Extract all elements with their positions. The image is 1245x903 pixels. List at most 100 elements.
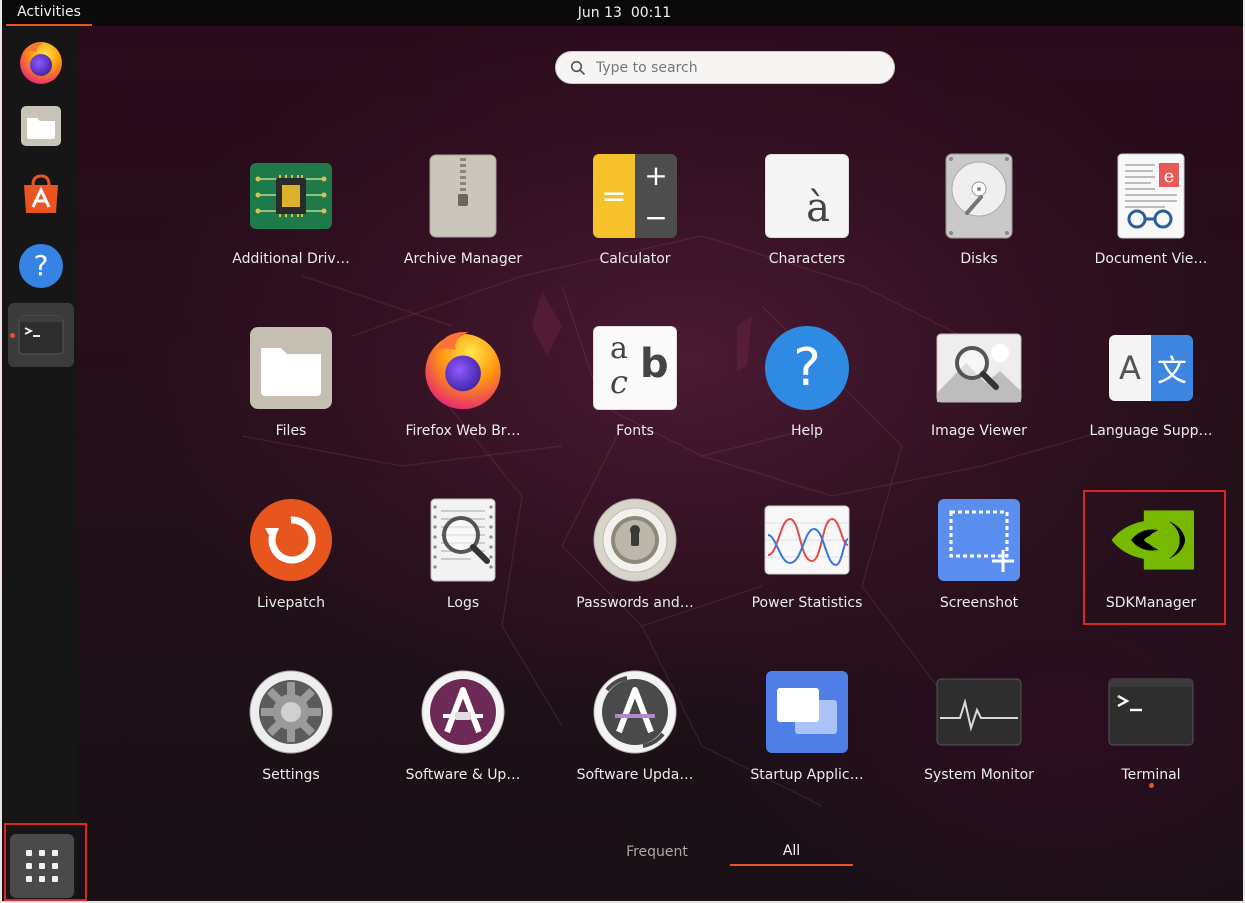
app-label: Files (275, 423, 307, 439)
software-updater-icon (593, 670, 677, 754)
calc-plus-glyph: + (635, 154, 677, 196)
calc-equals-glyph: = (593, 154, 635, 238)
app-label: Livepatch (256, 595, 326, 611)
app-screenshot[interactable]: Screenshot (904, 497, 1054, 617)
dock-item-terminal[interactable] (8, 303, 74, 367)
fonts-a-glyph: a (610, 331, 628, 366)
view-switcher: Frequent All (582, 838, 882, 868)
activities-button[interactable]: Activities (6, 0, 92, 26)
svg-text:e: e (1164, 166, 1175, 187)
logs-icon (430, 498, 496, 582)
app-label: Software Upda… (576, 767, 694, 783)
dock-item-files[interactable] (8, 94, 74, 158)
app-label: Archive Manager (403, 251, 523, 267)
startup-apps-icon (766, 671, 848, 753)
folder-icon (21, 106, 61, 146)
app-image-viewer[interactable]: Image Viewer (904, 325, 1054, 445)
image-viewer-icon (936, 333, 1022, 403)
terminal-icon (1108, 678, 1194, 746)
clock-button[interactable]: Jun 13 00:11 (578, 5, 671, 21)
app-software-updates-settings[interactable]: Software & Up… (388, 669, 538, 789)
app-system-monitor[interactable]: System Monitor (904, 669, 1054, 789)
show-applications-button[interactable] (10, 834, 74, 898)
app-firefox[interactable]: Firefox Web Br… (388, 325, 538, 445)
app-label: Screenshot (939, 595, 1019, 611)
app-files[interactable]: Files (216, 325, 366, 445)
app-terminal[interactable]: Terminal (1076, 669, 1226, 789)
app-label: Help (791, 423, 823, 439)
fonts-icon: a c b (593, 326, 677, 410)
app-additional-drivers[interactable]: Additional Driv… (216, 153, 366, 273)
app-label: Terminal (1121, 767, 1181, 783)
fonts-b-glyph: b (640, 341, 669, 387)
dock-item-help[interactable]: ? (8, 234, 74, 298)
app-software-updater[interactable]: Software Upda… (560, 669, 710, 789)
desktop-screen: Activities Jun 13 00:11 ? Type to search… (0, 0, 1245, 903)
app-label: Power Statistics (751, 595, 863, 611)
app-power-statistics[interactable]: Power Statistics (732, 497, 882, 617)
screenshot-icon (938, 499, 1020, 581)
clock[interactable]: Jun 13 00:11 (2, 0, 1243, 26)
tab-frequent-label: Frequent (626, 844, 688, 860)
running-indicator (1149, 783, 1154, 788)
disk-icon (945, 153, 1013, 239)
search-input[interactable] (596, 59, 876, 76)
lang-zh-glyph: 文 (1151, 335, 1193, 401)
language-icon: A 文 (1109, 335, 1193, 401)
app-label: Firefox Web Br… (405, 423, 521, 439)
calc-minus-glyph: − (635, 196, 677, 238)
app-label: Passwords and… (576, 595, 694, 611)
app-fonts[interactable]: a c b Fonts (560, 325, 710, 445)
app-label: Logs (446, 595, 480, 611)
svg-text:?: ? (34, 249, 49, 282)
top-bar: Activities Jun 13 00:11 (2, 0, 1243, 26)
app-label: Fonts (616, 423, 654, 439)
running-indicator (10, 333, 15, 338)
app-document-viewer[interactable]: e Document Vie… (1076, 153, 1226, 273)
clock-date: Jun 13 (577, 5, 622, 21)
app-label: Settings (262, 767, 320, 783)
app-language-support[interactable]: A 文 Language Supp… (1076, 325, 1226, 445)
app-label: Startup Applic… (750, 767, 864, 783)
help-icon: ? (19, 244, 63, 288)
lang-a-glyph: A (1109, 335, 1151, 401)
fonts-c-glyph: c (610, 363, 628, 401)
app-livepatch[interactable]: Livepatch (216, 497, 366, 617)
show-applications-highlight (4, 823, 87, 901)
firefox-icon (425, 332, 501, 410)
app-archive-manager[interactable]: Archive Manager (388, 153, 538, 273)
app-calculator[interactable]: + = − Calculator (560, 153, 710, 273)
livepatch-icon (250, 499, 332, 581)
app-label: Document Vie… (1094, 251, 1208, 267)
app-label: System Monitor (924, 767, 1034, 783)
search-box[interactable] (555, 51, 895, 84)
app-label: Image Viewer (931, 423, 1027, 439)
settings-gear-icon (249, 670, 333, 754)
passwords-icon (593, 498, 677, 582)
dock-item-firefox[interactable] (8, 30, 74, 94)
characters-glyph: à (806, 185, 830, 231)
power-statistics-icon (764, 505, 850, 575)
app-label: Additional Driv… (232, 251, 350, 267)
chip-icon (250, 163, 332, 229)
sdkmanager-highlight (1083, 490, 1226, 625)
app-label: Characters (768, 251, 846, 267)
activities-label: Activities (17, 4, 81, 20)
app-passwords[interactable]: Passwords and… (560, 497, 710, 617)
document-viewer-icon: e (1117, 153, 1185, 239)
folder-icon (250, 327, 332, 409)
app-logs[interactable]: Logs (388, 497, 538, 617)
dock-item-software[interactable] (8, 162, 74, 226)
tab-all[interactable]: All (730, 838, 853, 866)
app-startup-applications[interactable]: Startup Applic… (732, 669, 882, 789)
app-help[interactable]: ? Help (732, 325, 882, 445)
help-icon: ? (765, 326, 849, 410)
tab-frequent[interactable]: Frequent (582, 838, 732, 866)
app-settings[interactable]: Settings (216, 669, 366, 789)
terminal-icon (18, 315, 64, 355)
app-label: Language Supp… (1089, 423, 1213, 439)
app-characters[interactable]: à Characters (732, 153, 882, 273)
dock: ? (4, 26, 78, 901)
calculator-icon: + = − (593, 154, 677, 238)
app-disks[interactable]: Disks (904, 153, 1054, 273)
